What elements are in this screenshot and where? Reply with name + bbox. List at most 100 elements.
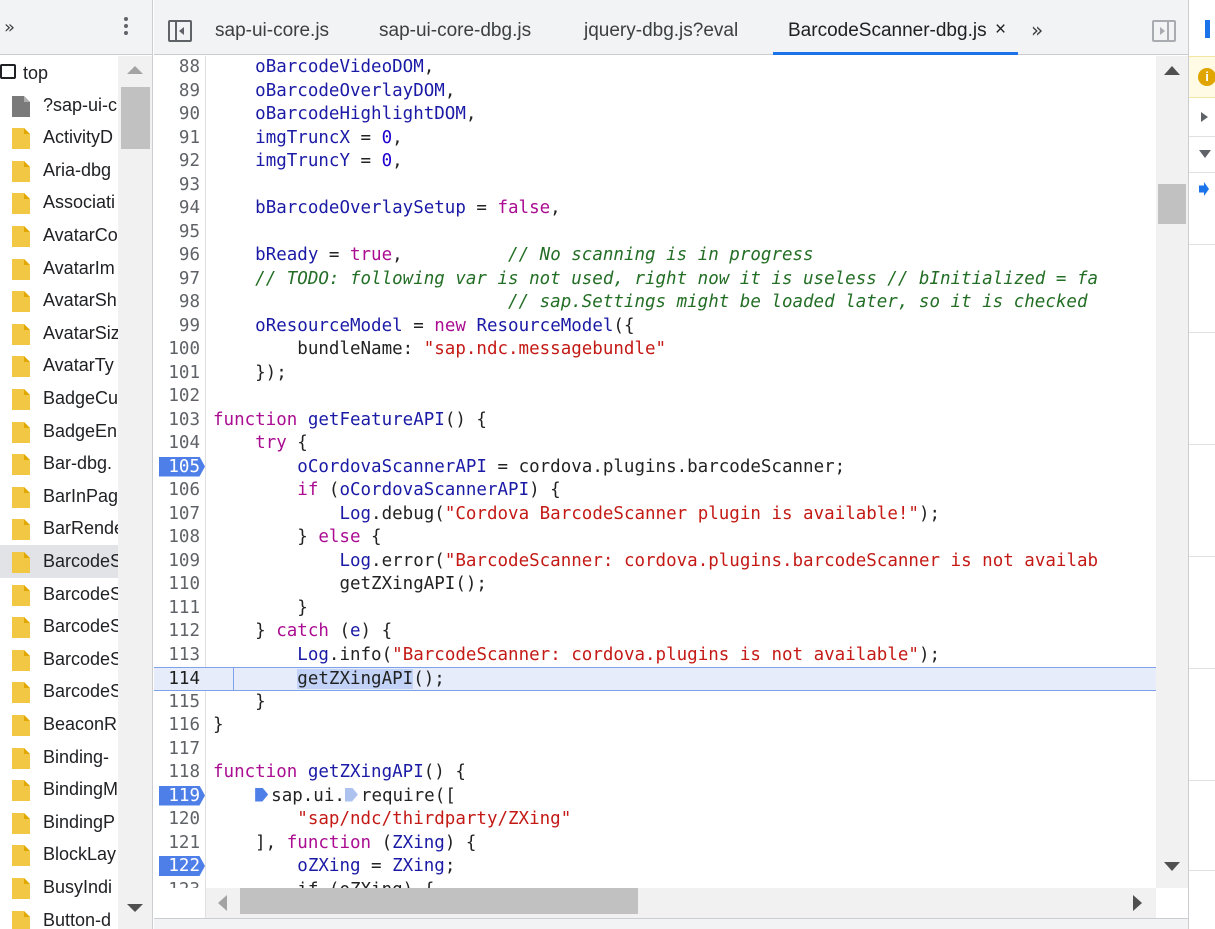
code-line[interactable]: 116} (154, 714, 1156, 738)
code-line[interactable]: 119 sap.ui. require([ (154, 785, 1156, 809)
tree-item-file[interactable]: AvatarTy (0, 349, 118, 382)
tree-item-file[interactable]: ?sap-ui-c (0, 89, 118, 122)
line-number[interactable]: 117 (154, 739, 200, 759)
tree-item-file[interactable]: BusyIndi (0, 871, 118, 904)
code-line[interactable]: 92 imgTruncY = 0, (154, 150, 1156, 174)
line-number[interactable]: 101 (154, 363, 200, 383)
code-line[interactable]: 111 } (154, 597, 1156, 621)
navigator-scrollbar[interactable] (118, 56, 152, 929)
tree-item-file[interactable]: BarInPag (0, 480, 118, 513)
breakpoint-marker[interactable]: 119 (159, 785, 205, 806)
tree-item-file[interactable]: BarRende (0, 512, 118, 545)
line-number[interactable]: 114 (154, 669, 200, 689)
scroll-down-icon[interactable] (127, 904, 143, 912)
code-line[interactable]: 120 "sap/ndc/thirdparty/ZXing" (154, 808, 1156, 832)
tree-item-file[interactable]: Bar-dbg. (0, 447, 118, 480)
code-line[interactable]: 98 // sap.Settings might be loaded later… (154, 291, 1156, 315)
line-number[interactable]: 123 (154, 880, 200, 889)
editor-horizontal-scrollbar[interactable] (206, 888, 1156, 918)
code-line[interactable]: 121 ], function (ZXing) { (154, 832, 1156, 856)
code-line[interactable]: 122 oZXing = ZXing; (154, 855, 1156, 879)
scroll-right-icon[interactable] (1133, 895, 1142, 911)
code-line[interactable]: 96 bReady = true, // No scanning is in p… (154, 244, 1156, 268)
code-line[interactable]: 115 } (154, 691, 1156, 715)
code-line[interactable]: 113 Log.info("BarcodeScanner: cordova.pl… (154, 644, 1156, 668)
line-number[interactable]: 108 (154, 527, 200, 547)
tree-item-file[interactable]: BindingM (0, 773, 118, 806)
tree-item-file[interactable]: Aria-dbg (0, 154, 118, 187)
tree-item-file[interactable]: BarcodeS (0, 610, 118, 643)
code-line[interactable]: 95 (154, 221, 1156, 245)
code-line[interactable]: 101 }); (154, 362, 1156, 386)
line-number[interactable]: 118 (154, 762, 200, 782)
scroll-left-icon[interactable] (218, 895, 227, 911)
tree-item-file[interactable]: AvatarSh (0, 284, 118, 317)
line-number[interactable]: 112 (154, 621, 200, 641)
scroll-down-icon[interactable] (1164, 862, 1180, 871)
line-number[interactable]: 96 (154, 245, 200, 265)
line-number[interactable]: 103 (154, 410, 200, 430)
tree-item-file[interactable]: BadgeEn (0, 415, 118, 448)
tree-item-file[interactable]: AvatarSiz (0, 317, 118, 350)
line-number[interactable]: 100 (154, 339, 200, 359)
tree-item-file[interactable]: BindingP (0, 806, 118, 839)
code-line[interactable]: 91 imgTruncX = 0, (154, 127, 1156, 151)
tree-item-file[interactable]: Associati (0, 186, 118, 219)
line-number[interactable]: 106 (154, 480, 200, 500)
code-line[interactable]: 108 } else { (154, 526, 1156, 550)
editor-vertical-scrollbar[interactable] (1156, 56, 1188, 888)
more-options-icon[interactable] (120, 14, 132, 42)
code-line[interactable]: 99 oResourceModel = new ResourceModel({ (154, 315, 1156, 339)
code-line[interactable]: 88 oBarcodeVideoDOM, (154, 56, 1156, 80)
tree-item-file[interactable]: AvatarIm (0, 252, 118, 285)
line-number[interactable]: 107 (154, 504, 200, 524)
tree-item-file[interactable]: BarcodeS (0, 675, 118, 708)
code-line[interactable]: 103 function getFeatureAPI() { (154, 409, 1156, 433)
line-number[interactable]: 97 (154, 269, 200, 289)
tab-barcodescanner-dbg[interactable]: BarcodeScanner-dbg.js × (773, 0, 1018, 55)
tree-item-file[interactable]: Binding- (0, 741, 118, 774)
inline-breakpoint-icon[interactable] (344, 787, 358, 802)
code-line[interactable]: 93 (154, 174, 1156, 198)
tree-item-file[interactable]: BeaconR (0, 708, 118, 741)
line-number[interactable]: 98 (154, 292, 200, 312)
code-line[interactable]: 89 oBarcodeOverlayDOM, (154, 80, 1156, 104)
code-line[interactable]: 94 bBarcodeOverlaySetup = false, (154, 197, 1156, 221)
line-number[interactable]: 94 (154, 198, 200, 218)
code-line[interactable]: 102 (154, 385, 1156, 409)
scroll-up-icon[interactable] (127, 66, 143, 74)
line-number[interactable]: 90 (154, 104, 200, 124)
tree-item-file[interactable]: AvatarCo (0, 219, 118, 252)
expand-section-icon[interactable] (1201, 112, 1208, 122)
scroll-up-icon[interactable] (1164, 66, 1180, 75)
tree-item-file[interactable]: BarcodeS (0, 643, 118, 676)
line-number[interactable]: 93 (154, 175, 200, 195)
line-number[interactable]: 121 (154, 833, 200, 853)
tree-item-file[interactable]: BadgeCu (0, 382, 118, 415)
line-number[interactable]: 91 (154, 128, 200, 148)
line-number[interactable]: 113 (154, 645, 200, 665)
line-number[interactable]: 102 (154, 386, 200, 406)
line-number[interactable]: 104 (154, 433, 200, 453)
toggle-navigator-icon[interactable] (168, 20, 192, 42)
navigator-scroll-thumb[interactable] (121, 87, 150, 149)
code-line[interactable]: 117 (154, 738, 1156, 762)
editor-vscroll-thumb[interactable] (1158, 184, 1186, 224)
line-number[interactable]: 92 (154, 151, 200, 171)
line-number[interactable]: 111 (154, 598, 200, 618)
tree-item-file[interactable]: BlockLay (0, 838, 118, 871)
collapse-section-icon[interactable] (1199, 150, 1211, 158)
code-line[interactable]: 100 bundleName: "sap.ndc.messagebundle" (154, 338, 1156, 362)
code-line[interactable]: 104 try { (154, 432, 1156, 456)
code-line[interactable]: 106 if (oCordovaScannerAPI) { (154, 479, 1156, 503)
code-line[interactable]: 112 } catch (e) { (154, 620, 1156, 644)
inline-breakpoint-icon[interactable] (255, 787, 269, 802)
code-line[interactable]: 97 // TODO: following var is not used, r… (154, 268, 1156, 292)
tree-item-file[interactable]: BarcodeS (0, 578, 118, 611)
line-number[interactable]: 89 (154, 81, 200, 101)
code-line-current-execution[interactable]: 114 getZXingAPI(); (154, 667, 1156, 691)
tree-item-top-frame[interactable]: top (0, 56, 118, 89)
code-line[interactable]: 123 if (oZXing) { (154, 879, 1156, 889)
line-number[interactable]: 99 (154, 316, 200, 336)
editor-hscroll-thumb[interactable] (240, 888, 638, 914)
